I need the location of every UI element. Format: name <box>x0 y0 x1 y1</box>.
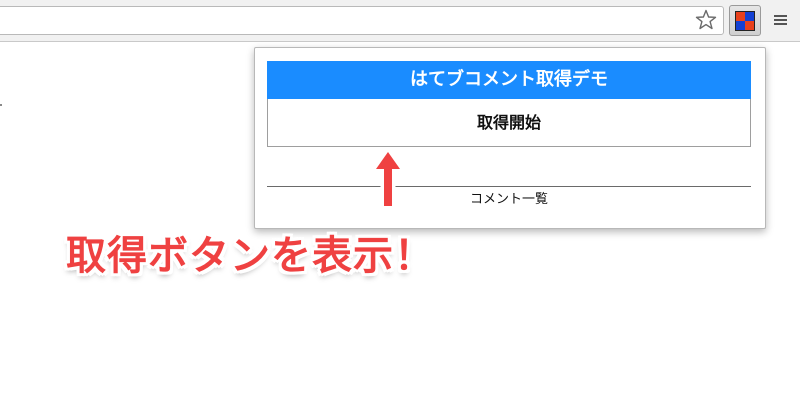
extension-button[interactable] <box>729 5 761 36</box>
extension-popup: はてブコメント取得デモ 取得開始 コメント一覧 <box>254 47 766 229</box>
popup-title: はてブコメント取得デモ <box>267 61 751 99</box>
annotation-caption: 取得ボタンを表示！ <box>66 233 435 279</box>
fetch-start-button[interactable]: 取得開始 <box>267 99 751 147</box>
page-edge-mark <box>0 104 2 106</box>
menu-icon[interactable] <box>772 12 790 28</box>
address-bar[interactable] <box>0 6 724 35</box>
up-arrow-icon <box>372 148 404 212</box>
divider <box>267 186 751 187</box>
browser-toolbar <box>0 0 800 42</box>
bookmark-star-icon[interactable] <box>694 8 718 32</box>
extension-icon <box>735 11 755 31</box>
comment-list-heading: コメント一覧 <box>469 192 548 207</box>
